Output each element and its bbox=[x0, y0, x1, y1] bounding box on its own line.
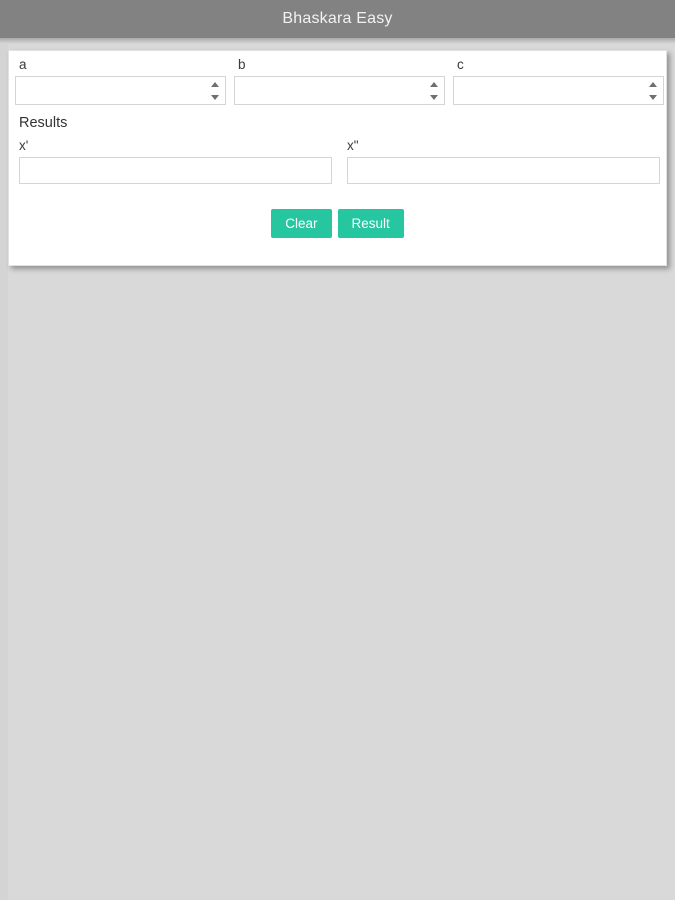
spinner-down-icon[interactable] bbox=[210, 94, 219, 100]
label-c: c bbox=[457, 57, 464, 72]
results-heading: Results bbox=[19, 115, 68, 131]
coefficient-field-b: b bbox=[230, 57, 449, 105]
app-title: Bhaskara Easy bbox=[282, 10, 393, 27]
result-button[interactable]: Result bbox=[337, 209, 404, 238]
result-field-x1: x' bbox=[11, 138, 340, 184]
label-a: a bbox=[19, 57, 27, 72]
output-x2[interactable] bbox=[347, 157, 660, 184]
input-a[interactable] bbox=[15, 76, 226, 105]
results-row: x' x" bbox=[9, 138, 666, 190]
clear-button[interactable]: Clear bbox=[271, 209, 332, 238]
label-b: b bbox=[238, 57, 246, 72]
app-title-bar: Bhaskara Easy bbox=[0, 0, 675, 38]
spinner-down-icon[interactable] bbox=[648, 94, 657, 100]
title-bar-shadow bbox=[0, 38, 675, 44]
spinner-down-icon[interactable] bbox=[429, 94, 438, 100]
spinner-up-icon[interactable] bbox=[648, 81, 657, 87]
coefficient-field-a: a bbox=[11, 57, 230, 105]
label-x1: x' bbox=[19, 138, 29, 153]
coefficient-field-c: c bbox=[449, 57, 668, 105]
result-field-x2: x" bbox=[339, 138, 668, 184]
calculator-card: a b c Results x' x" Clear Result bbox=[8, 50, 667, 266]
output-x1[interactable] bbox=[19, 157, 332, 184]
spinner-up-icon[interactable] bbox=[210, 81, 219, 87]
spinner-up-icon[interactable] bbox=[429, 81, 438, 87]
label-x2: x" bbox=[347, 138, 359, 153]
action-button-row: Clear Result bbox=[9, 209, 666, 238]
left-gutter-strip bbox=[0, 44, 8, 900]
coefficient-row: a b c bbox=[9, 57, 666, 107]
spinner-icon-c[interactable] bbox=[648, 81, 657, 100]
spinner-icon-a[interactable] bbox=[210, 81, 219, 100]
input-c[interactable] bbox=[453, 76, 664, 105]
spinner-icon-b[interactable] bbox=[429, 81, 438, 100]
input-b[interactable] bbox=[234, 76, 445, 105]
